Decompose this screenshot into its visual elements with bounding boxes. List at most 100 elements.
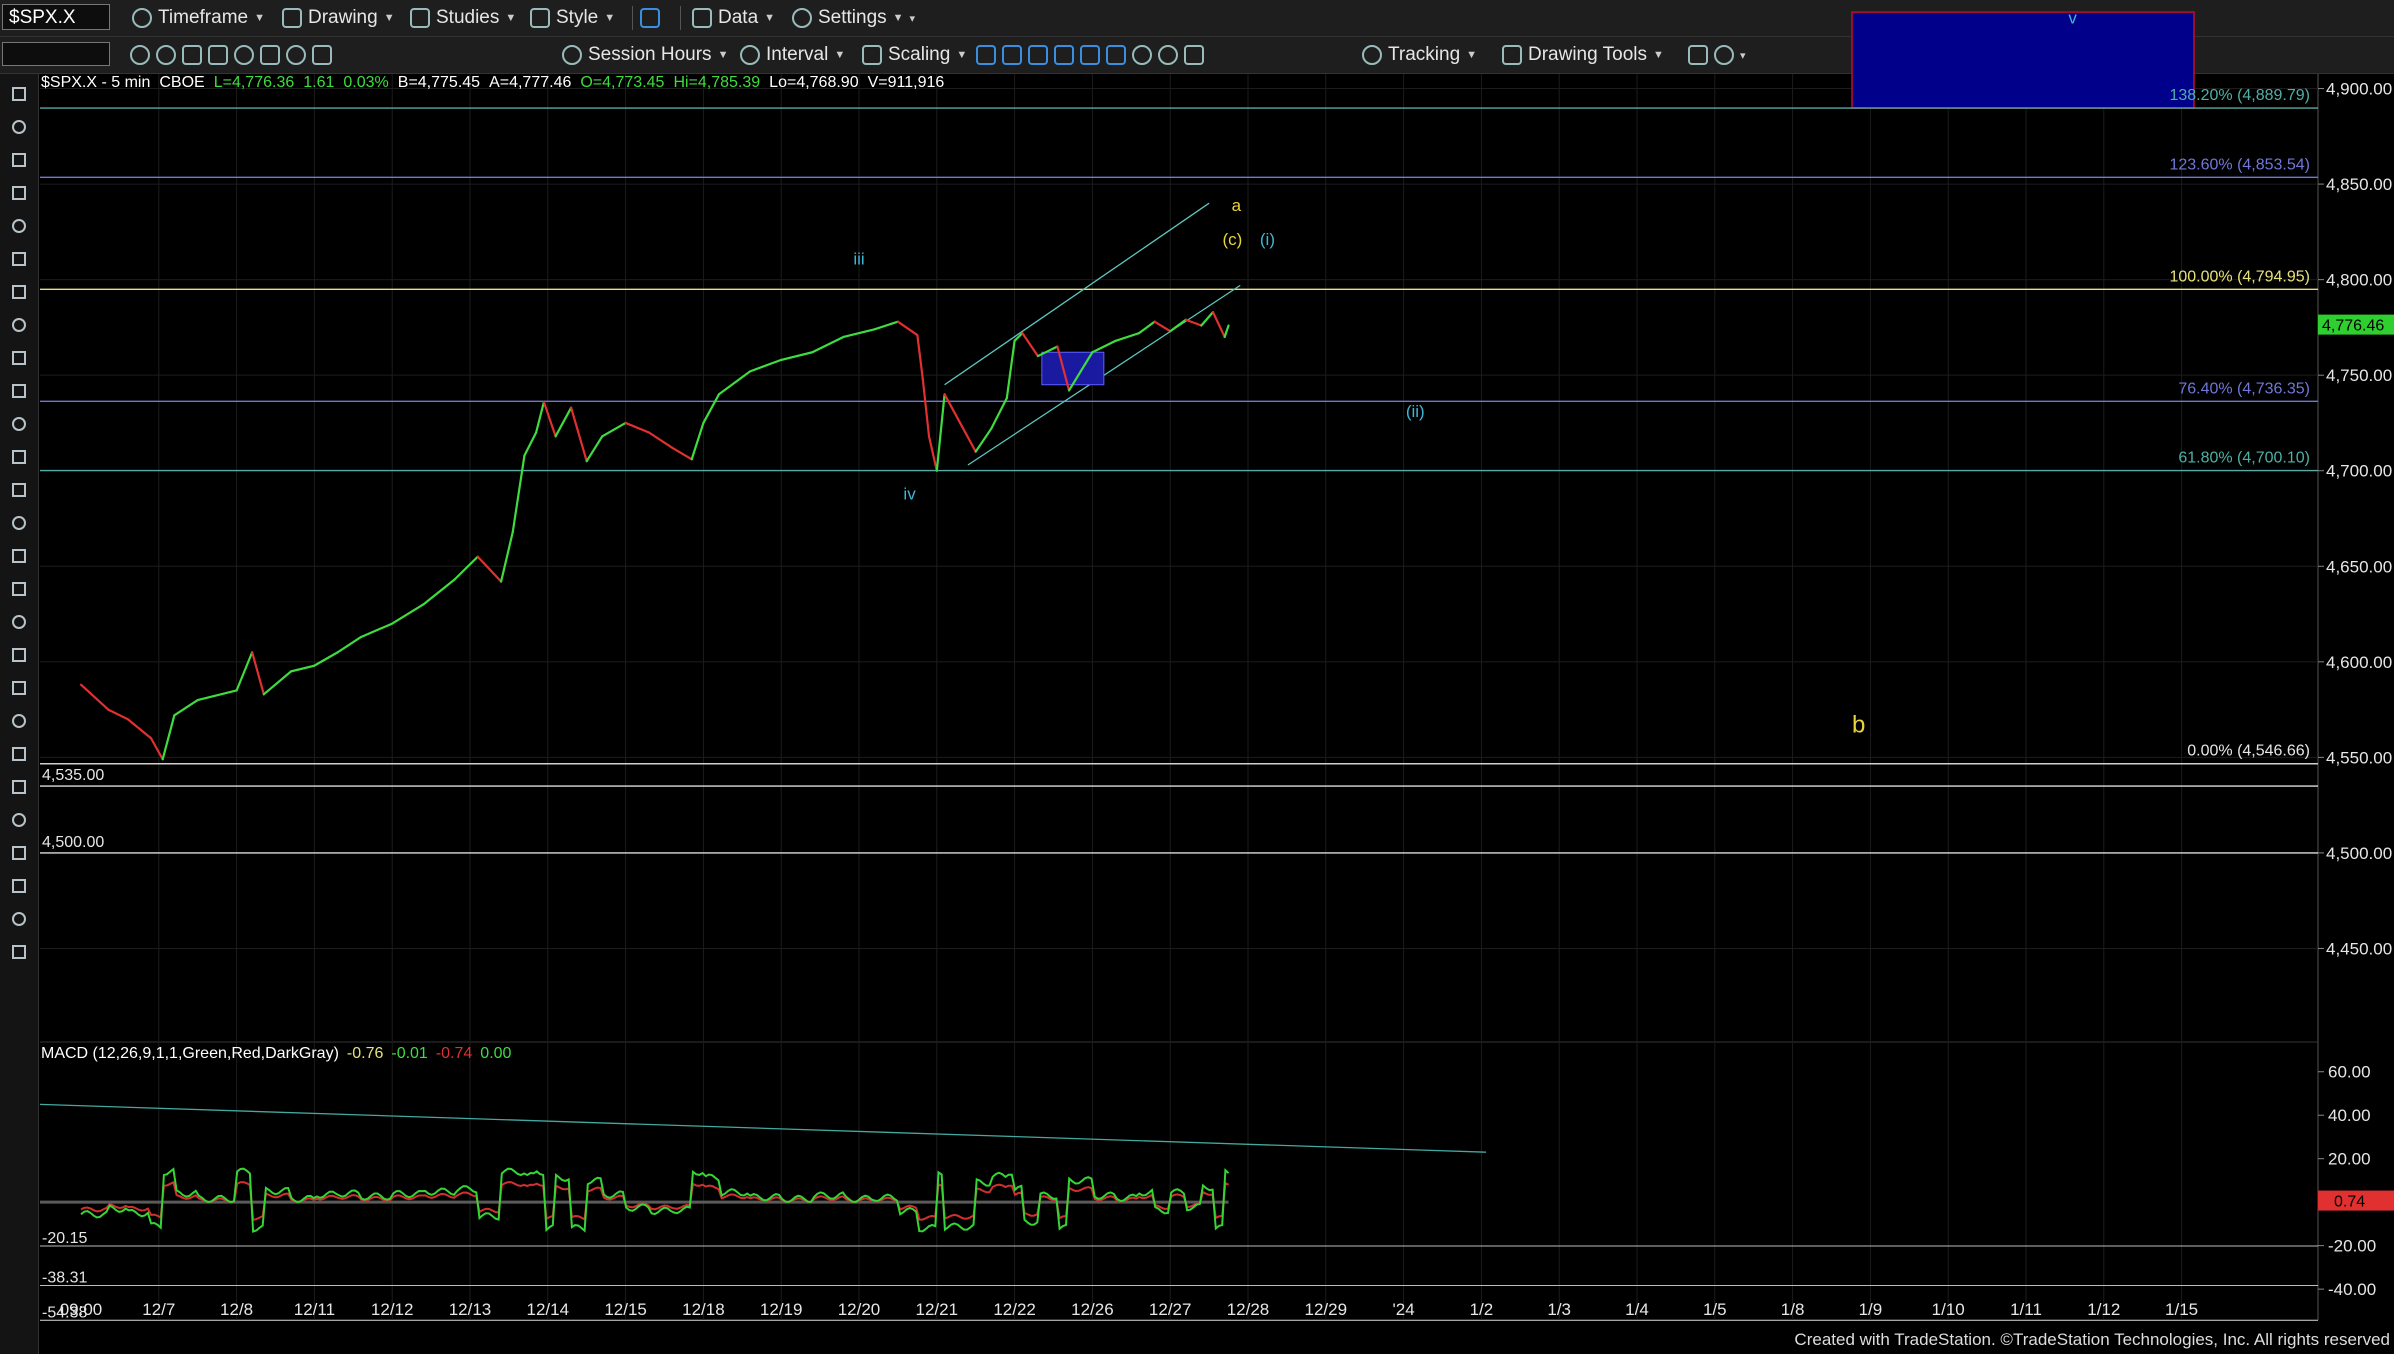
price-segment xyxy=(570,406,588,463)
price-tick-label: 4,800.00 xyxy=(2326,271,2392,290)
price-segment xyxy=(173,698,199,717)
wave-label: (i) xyxy=(1260,230,1275,249)
time-tick-label: 1/2 xyxy=(1470,1300,1494,1319)
last-price: L=4,776.36 xyxy=(213,74,295,91)
time-tick-label: 12/11 xyxy=(294,1300,335,1319)
fib-label: 76.40% (4,736.35) xyxy=(2178,380,2310,397)
wave-label: a xyxy=(1232,196,1242,215)
time-tick-label: 12/22 xyxy=(993,1300,1036,1319)
time-tick-label: 1/11 xyxy=(2010,1300,2042,1319)
wave-label: v xyxy=(2068,9,2077,28)
time-tick-label: 1/9 xyxy=(1859,1300,1883,1319)
price-segment xyxy=(359,622,394,639)
exchange: CBOE xyxy=(159,74,205,91)
macd-trendline xyxy=(39,1103,1487,1153)
price-segment xyxy=(107,708,129,721)
price-chart: 09:00 12/7 12/8 12/11 12/12 12/13 12/14 12/15 12… xyxy=(39,9,2394,1321)
wave-label: iv xyxy=(903,484,916,503)
price-segment xyxy=(1091,339,1117,354)
time-tick-label: 12/20 xyxy=(838,1300,881,1319)
macd-last-label: 0.74 xyxy=(2334,1194,2365,1211)
fib-label: 138.20% (4,889.79) xyxy=(2169,87,2310,104)
price-tick-label: 4,850.00 xyxy=(2326,175,2392,194)
fib-label: 123.60% (4,853.54) xyxy=(2169,156,2310,173)
macd-hist: -0.74 xyxy=(435,1045,473,1062)
price-segment xyxy=(1184,318,1203,327)
time-tick-label: 1/3 xyxy=(1547,1300,1571,1319)
price-segment xyxy=(262,670,293,696)
price-segment xyxy=(1200,311,1215,327)
price-segment xyxy=(1153,320,1172,333)
fib-label: 61.80% (4,700.10) xyxy=(2178,450,2310,467)
open: O=4,773.45 xyxy=(580,74,665,91)
price-segment xyxy=(748,358,783,373)
price-segment xyxy=(511,454,526,533)
price-segment xyxy=(647,431,674,449)
macd-tick-label: 20.00 xyxy=(2328,1150,2371,1169)
price-segment xyxy=(974,427,993,453)
wave-label: (ii) xyxy=(1406,402,1425,421)
net-change: 1.61 xyxy=(303,74,335,91)
time-tick-label: 1/12 xyxy=(2087,1300,2120,1319)
price-segment xyxy=(780,351,814,361)
price-segment xyxy=(476,555,503,583)
macd-side-label: -20.15 xyxy=(42,1230,87,1247)
price-segment xyxy=(921,377,931,438)
price-segment xyxy=(391,603,425,625)
time-tick-label: 1/4 xyxy=(1625,1300,1649,1319)
pct-change: 0.03% xyxy=(343,74,389,91)
time-tick-label: 12/15 xyxy=(604,1300,647,1319)
macd-value: -0.76 xyxy=(346,1045,384,1062)
target-box xyxy=(1851,11,2195,109)
time-tick-label: 12/29 xyxy=(1305,1300,1348,1319)
price-segment xyxy=(1137,320,1156,335)
time-tick-label: 1/5 xyxy=(1703,1300,1727,1319)
last-price-label: 4,776.46 xyxy=(2322,318,2384,335)
low: Lo=4,768.90 xyxy=(769,74,859,91)
macd-side-label: -38.31 xyxy=(42,1269,87,1286)
price-segment xyxy=(336,635,363,654)
time-tick-label: 1/8 xyxy=(1781,1300,1805,1319)
time-tick-label: '24 xyxy=(1393,1300,1415,1319)
price-tick-label: 4,600.00 xyxy=(2326,653,2392,672)
price-segment xyxy=(453,555,479,581)
price-segment xyxy=(959,421,977,453)
time-tick-label: 12/8 xyxy=(220,1300,253,1319)
price-segment xyxy=(500,530,514,583)
price-tick-label: 4,500.00 xyxy=(2326,844,2392,863)
macd-tick-label: 60.00 xyxy=(2328,1063,2371,1082)
hline-label: 4,535.00 xyxy=(42,767,104,784)
time-tick-label: 1/10 xyxy=(1932,1300,1965,1319)
price-segment xyxy=(422,578,456,606)
wave-label: b xyxy=(1852,712,1865,739)
price-segment xyxy=(523,431,538,457)
macd-header: MACD (12,26,9,1,1,Green,Red,DarkGray) -0.… xyxy=(41,1045,519,1063)
price-segment xyxy=(896,320,919,337)
price-segment xyxy=(251,651,265,696)
consolidation-box xyxy=(1041,351,1105,386)
bid: B=4,775.45 xyxy=(397,74,481,91)
time-tick-label: 12/26 xyxy=(1071,1300,1114,1319)
price-segment xyxy=(927,435,938,472)
price-segment xyxy=(161,714,176,761)
time-tick-label: 1/15 xyxy=(2165,1300,2198,1319)
macd-label: MACD (12,26,9,1,1,Green,Red,DarkGray) xyxy=(41,1045,339,1062)
time-tick-label: 12/14 xyxy=(527,1300,570,1319)
price-segment xyxy=(149,737,164,761)
price-segment xyxy=(702,393,721,425)
time-tick-label: 12/13 xyxy=(449,1300,492,1319)
time-tick-label: 12/7 xyxy=(142,1300,175,1319)
macd-tick-label: -40.00 xyxy=(2328,1280,2376,1299)
wave-label: iii xyxy=(853,249,864,268)
price-segment xyxy=(624,421,651,434)
price-segment xyxy=(990,397,1008,430)
footer-copyright: Created with TradeStation. ©TradeStation… xyxy=(1794,1330,2390,1349)
price-segment xyxy=(690,421,705,461)
price-segment xyxy=(671,446,693,461)
price-tick-label: 4,700.00 xyxy=(2326,462,2392,481)
price-segment xyxy=(1223,324,1230,339)
price-segment xyxy=(916,333,924,381)
wave-label: (c) xyxy=(1223,230,1243,249)
time-tick-label: 12/18 xyxy=(682,1300,725,1319)
price-segment xyxy=(1021,332,1040,358)
